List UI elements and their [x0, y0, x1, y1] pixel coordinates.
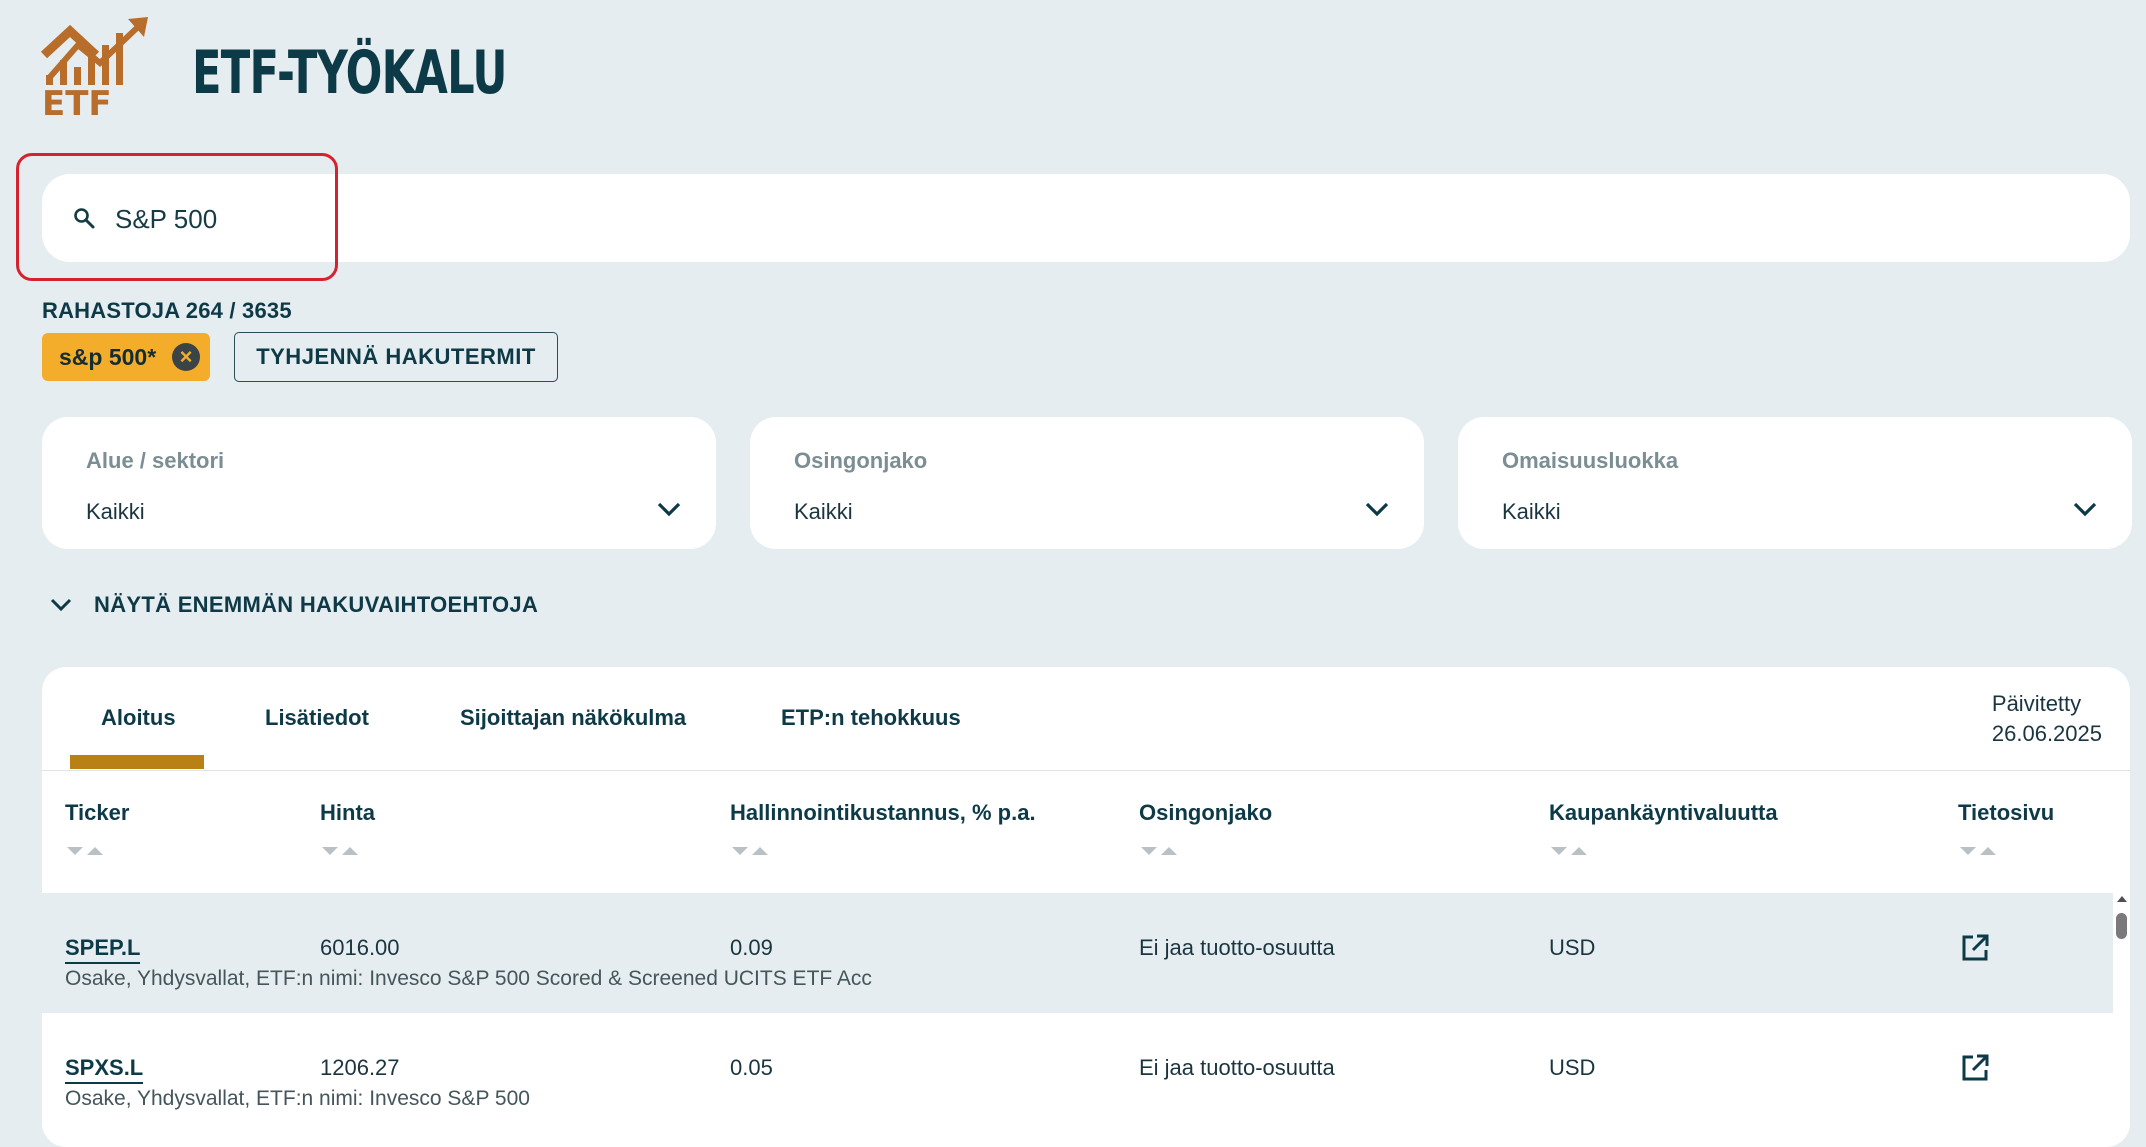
ticker-link[interactable]: SPXS.L: [65, 1055, 144, 1084]
logo-text: ETF: [42, 84, 112, 117]
logo-chart-icon: ETF: [40, 17, 148, 124]
column-header-fact-sheet[interactable]: Tietosivu: [1958, 800, 2054, 826]
search-term-chip[interactable]: s&p 500* ×: [42, 333, 210, 381]
tab-aloitus[interactable]: Aloitus: [101, 705, 176, 731]
filter-region-sector[interactable]: Alue / sektori Kaikki: [42, 417, 716, 549]
sort-icon[interactable]: [320, 844, 362, 858]
filter-value: Kaikki: [1502, 499, 1561, 524]
scrollbar-thumb[interactable]: [2116, 913, 2127, 939]
divider: [42, 770, 2130, 771]
filter-label: Omaisuusluokka: [1502, 448, 1679, 473]
ticker-cell: SPEP.L: [65, 935, 141, 964]
external-link-icon[interactable]: [1960, 933, 1990, 963]
filter-asset-class[interactable]: Omaisuusluokka Kaikki: [1458, 417, 2132, 549]
filter-dividend[interactable]: Osingonjako Kaikki: [750, 417, 1424, 549]
fund-count: RAHASTOJA 264 / 3635: [42, 298, 292, 323]
sort-icon[interactable]: [1139, 844, 1181, 858]
column-header-fee[interactable]: Hallinnointikustannus, % p.a.: [730, 800, 1036, 826]
currency-cell: USD: [1549, 1055, 1596, 1080]
ticker-link[interactable]: SPEP.L: [65, 935, 141, 964]
filter-label: Osingonjako: [794, 448, 928, 473]
chip-label: s&p 500*: [59, 343, 157, 370]
filter-label: Alue / sektori: [86, 448, 225, 473]
chevron-down-icon[interactable]: [1364, 500, 1390, 518]
table-scrollbar[interactable]: [2113, 893, 2130, 1147]
close-icon[interactable]: ×: [172, 343, 200, 371]
tab-sijoittajan-nakokulma[interactable]: Sijoittajan näkökulma: [460, 705, 686, 731]
updated-date: 26.06.2025: [1991, 721, 2102, 746]
updated-label: Päivitetty: [1991, 691, 2082, 716]
clear-search-terms-button[interactable]: TYHJENNÄ HAKUTERMIT: [234, 332, 558, 382]
search-bar[interactable]: [42, 174, 2130, 262]
sort-icon[interactable]: [1549, 844, 1591, 858]
dividend-cell: Ei jaa tuotto-osuutta: [1139, 935, 1335, 960]
sort-icon[interactable]: [1958, 844, 2000, 858]
chevron-down-icon: [50, 598, 72, 612]
column-header-price[interactable]: Hinta: [320, 800, 375, 826]
sort-icon[interactable]: [65, 844, 107, 858]
app-title: ETF-TYÖKALU: [192, 38, 507, 108]
more-search-options-toggle[interactable]: NÄYTÄ ENEMMÄN HAKUVAIHTOEHTOJA: [50, 592, 538, 618]
ticker-cell: SPXS.L: [65, 1055, 144, 1084]
updated-info: Päivitetty 26.06.2025: [1992, 689, 2102, 749]
fee-cell: 0.09: [730, 935, 773, 960]
fee-cell: 0.05: [730, 1055, 773, 1080]
table-row: SPXS.L 1206.27 0.05 Ei jaa tuotto-osuutt…: [42, 1013, 2130, 1133]
more-options-label: NÄYTÄ ENEMMÄN HAKUVAIHTOEHTOJA: [94, 592, 539, 617]
search-input[interactable]: [113, 192, 2017, 246]
results-table-card: Aloitus Lisätiedot Sijoittajan näkökulma…: [42, 667, 2130, 1147]
filter-value: Kaikki: [86, 499, 145, 524]
search-highlight-annotation: [16, 153, 338, 281]
currency-cell: USD: [1549, 935, 1596, 960]
fund-description: Osake, Yhdysvallat, ETF:n nimi: Invesco …: [65, 967, 872, 990]
filter-value: Kaikki: [794, 499, 853, 524]
active-tab-indicator: [70, 755, 204, 769]
dividend-cell: Ei jaa tuotto-osuutta: [1139, 1055, 1335, 1080]
fund-description: Osake, Yhdysvallat, ETF:n nimi: Invesco …: [65, 1087, 530, 1110]
column-header-currency[interactable]: Kaupankäyntivaluutta: [1549, 800, 1778, 826]
table-row: SPEP.L 6016.00 0.09 Ei jaa tuotto-osuutt…: [42, 893, 2130, 1013]
price-cell: 1206.27: [320, 1055, 400, 1080]
price-cell: 6016.00: [320, 935, 400, 960]
sort-icon[interactable]: [730, 844, 772, 858]
etf-logo[interactable]: ETF: [40, 15, 152, 124]
tab-etp-tehokkuus[interactable]: ETP:n tehokkuus: [781, 705, 961, 731]
external-link-icon[interactable]: [1960, 1053, 1990, 1083]
scroll-up-arrow-icon[interactable]: [2116, 895, 2128, 903]
chevron-down-icon[interactable]: [656, 500, 682, 518]
tab-lisatiedot[interactable]: Lisätiedot: [265, 705, 369, 731]
column-header-ticker[interactable]: Ticker: [65, 800, 129, 826]
chevron-down-icon[interactable]: [2072, 500, 2098, 518]
column-header-dividend[interactable]: Osingonjako: [1139, 800, 1272, 826]
